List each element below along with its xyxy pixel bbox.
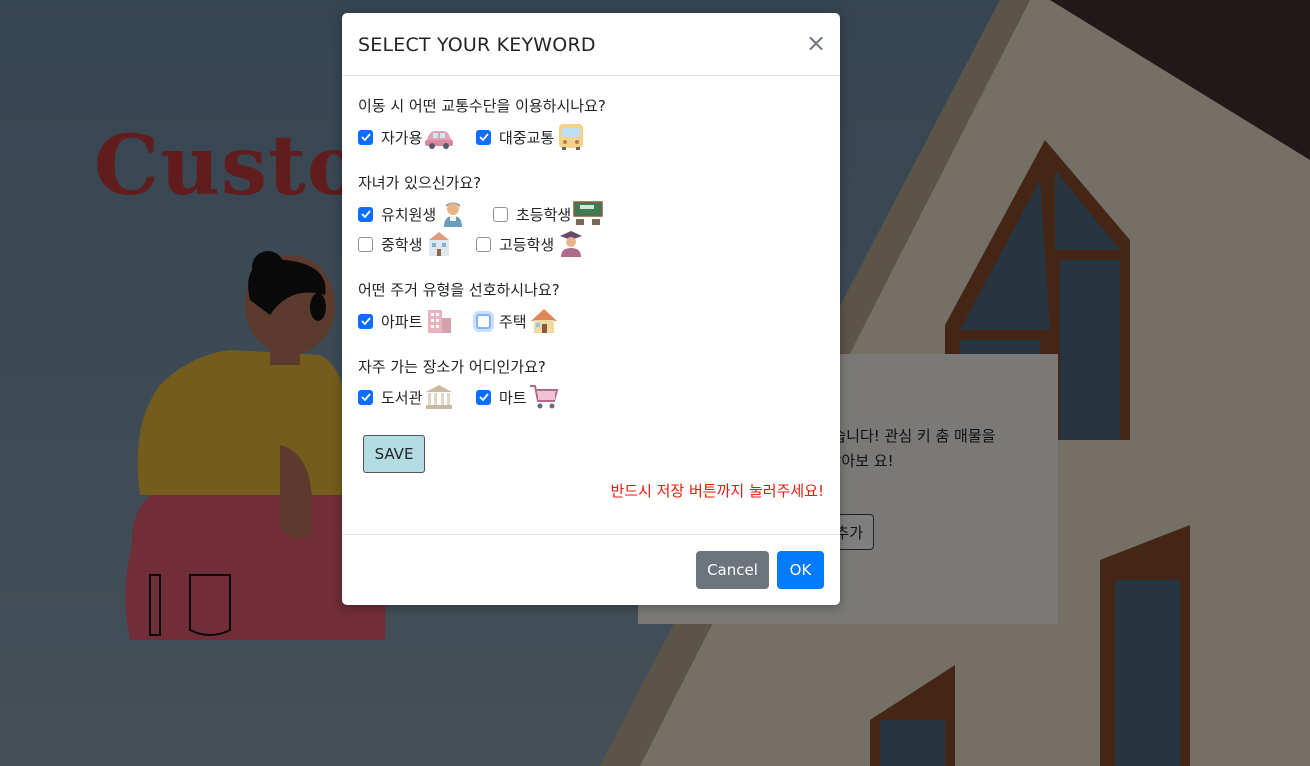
question-children: 자녀가 있으신가요?: [358, 174, 482, 192]
option-label: 마트: [499, 388, 527, 407]
graduate-icon: [560, 231, 583, 257]
cancel-button[interactable]: Cancel: [696, 551, 769, 589]
option-house[interactable]: 주택: [476, 308, 560, 334]
modal-footer: Cancel OK: [342, 535, 840, 605]
school-building-icon: [429, 232, 450, 256]
checkbox[interactable]: [358, 389, 373, 405]
child-icon: [444, 202, 463, 227]
question-places: 자주 가는 장소가 어디인가요?: [358, 358, 546, 376]
option-car[interactable]: 자가용: [358, 124, 455, 150]
shopping-cart-icon: [529, 385, 558, 409]
checkbox[interactable]: [476, 236, 491, 252]
warning-text: 반드시 저장 버튼까지 눌러주세요!: [610, 482, 824, 500]
modal-body: 이동 시 어떤 교통수단을 이용하시나요? 자가용 대중교통 자녀가 있으신가요…: [342, 76, 840, 535]
blackboard-icon: [573, 201, 603, 225]
option-mart[interactable]: 마트: [476, 384, 560, 410]
house-icon: [530, 309, 557, 333]
option-kindergarten[interactable]: 유치원생: [358, 201, 469, 227]
library-icon: [426, 385, 453, 409]
checkbox[interactable]: [358, 236, 373, 252]
checkbox[interactable]: [358, 206, 373, 222]
option-label: 자가용: [381, 128, 423, 147]
apartment-icon: [428, 310, 452, 333]
checkbox[interactable]: [358, 129, 373, 145]
option-middle-school[interactable]: 중학생: [358, 231, 455, 257]
option-apartment[interactable]: 아파트: [358, 308, 455, 334]
checkbox[interactable]: [476, 313, 491, 329]
close-button[interactable]: ×: [806, 31, 826, 55]
option-label: 대중교통: [499, 128, 555, 147]
modal-title: SELECT YOUR KEYWORD: [358, 34, 596, 56]
option-label: 도서관: [381, 388, 423, 407]
option-label: 초등학생: [516, 205, 572, 224]
option-high-school[interactable]: 고등학생: [476, 231, 587, 257]
checkbox[interactable]: [493, 206, 508, 222]
option-label: 고등학생: [499, 235, 555, 254]
bus-icon: [559, 124, 584, 150]
question-transport: 이동 시 어떤 교통수단을 이용하시나요?: [358, 97, 606, 115]
option-label: 중학생: [381, 235, 423, 254]
keyword-modal: SELECT YOUR KEYWORD × 이동 시 어떤 교통수단을 이용하시…: [342, 13, 840, 605]
modal-header: SELECT YOUR KEYWORD ×: [342, 13, 840, 76]
option-library[interactable]: 도서관: [358, 384, 455, 410]
option-elementary[interactable]: 초등학생: [493, 201, 604, 227]
ok-button[interactable]: OK: [777, 551, 824, 589]
option-label: 유치원생: [381, 205, 437, 224]
checkbox[interactable]: [476, 129, 491, 145]
option-label: 주택: [499, 312, 527, 331]
option-label: 아파트: [381, 312, 423, 331]
checkbox[interactable]: [476, 389, 491, 405]
checkbox[interactable]: [358, 313, 373, 329]
option-public-transport[interactable]: 대중교통: [476, 124, 587, 150]
car-icon: [425, 131, 454, 149]
save-button[interactable]: SAVE: [363, 435, 425, 473]
question-housing: 어떤 주거 유형을 선호하시나요?: [358, 281, 560, 299]
